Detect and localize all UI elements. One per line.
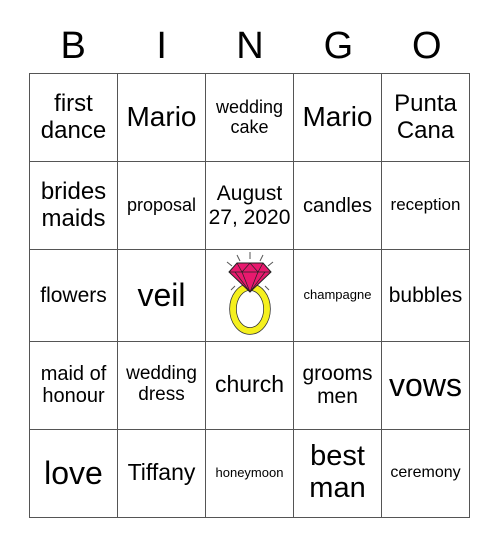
bingo-cell[interactable]: Mario [117, 73, 206, 162]
bingo-cell[interactable]: wedding cake [205, 73, 294, 162]
bingo-cell[interactable]: brides maids [29, 161, 118, 250]
bingo-cell[interactable]: grooms men [293, 340, 382, 430]
bingo-header: B I N G O [29, 20, 471, 72]
bingo-cell[interactable]: proposal [117, 161, 206, 250]
cell-text: bubbles [388, 283, 463, 307]
cell-text: grooms men [302, 362, 373, 409]
bingo-cell[interactable]: Punta Cana [381, 73, 470, 162]
bingo-cell[interactable]: flowers [29, 249, 118, 342]
bingo-cell[interactable]: reception [381, 161, 470, 250]
bingo-row: brides maids proposal August 27, 2020 ca… [29, 161, 470, 250]
cell-text: Mario [126, 101, 197, 133]
bingo-cell[interactable]: maid of honour [29, 340, 118, 430]
bingo-card: first dance Mario wedding cake Mario Pun… [29, 73, 470, 518]
header-letter-i: I [156, 25, 167, 67]
bingo-cell[interactable]: best man [293, 428, 382, 518]
bingo-cell[interactable]: honeymoon [205, 428, 294, 518]
cell-text: Punta Cana [394, 90, 457, 144]
bingo-cell[interactable]: vows [381, 340, 470, 430]
diamond-ring-icon [226, 252, 273, 335]
bingo-cell[interactable]: Mario [293, 73, 382, 162]
bingo-cell[interactable]: August 27, 2020 [205, 161, 294, 250]
header-letter-n: N [236, 25, 264, 67]
bingo-cell[interactable]: church [205, 340, 294, 430]
bingo-cell[interactable]: Tiffany [117, 428, 206, 518]
header-letter-g: G [323, 25, 354, 67]
cell-text: August 27, 2020 [208, 182, 291, 229]
cell-text: candles [303, 194, 372, 217]
bingo-cell[interactable]: love [29, 428, 118, 518]
bingo-row: love Tiffany honeymoon best man ceremony [29, 428, 470, 518]
bingo-cell[interactable]: champagne [293, 249, 382, 342]
bingo-row: flowers veil champagne bubbles [29, 249, 470, 342]
ring-band [229, 284, 270, 334]
cell-text: veil [137, 276, 186, 313]
cell-text: maid of honour [40, 363, 107, 408]
free-space-cell[interactable] [205, 249, 294, 342]
bingo-cell[interactable]: ceremony [381, 428, 470, 518]
cell-text: first dance [40, 90, 107, 144]
ring-gem [227, 262, 272, 293]
bingo-cell[interactable]: veil [117, 249, 206, 342]
cell-text: proposal [126, 194, 197, 215]
cell-text: wedding dress [126, 363, 197, 406]
cell-text: flowers [40, 283, 107, 307]
cell-text: reception [390, 195, 461, 215]
cell-text: Tiffany [127, 459, 196, 486]
header-letter-b: B [60, 25, 86, 67]
cell-text: honeymoon [215, 464, 284, 480]
cell-text: best man [309, 440, 366, 505]
bingo-cell[interactable]: first dance [29, 73, 118, 162]
cell-text: love [44, 454, 103, 491]
cell-text: Mario [302, 101, 373, 133]
cell-text: vows [389, 366, 462, 403]
cell-text: ceremony [390, 464, 461, 482]
bingo-cell[interactable]: wedding dress [117, 340, 206, 430]
header-letter-o: O [412, 25, 442, 67]
bingo-cell[interactable]: candles [293, 161, 382, 250]
cell-text: wedding cake [215, 96, 284, 137]
bingo-row: maid of honour wedding dress church groo… [29, 340, 470, 430]
bingo-row: first dance Mario wedding cake Mario Pun… [29, 73, 470, 162]
bingo-cell[interactable]: bubbles [381, 249, 470, 342]
cell-text: brides maids [40, 178, 107, 232]
cell-text: champagne [303, 287, 372, 303]
cell-text: church [214, 371, 285, 398]
